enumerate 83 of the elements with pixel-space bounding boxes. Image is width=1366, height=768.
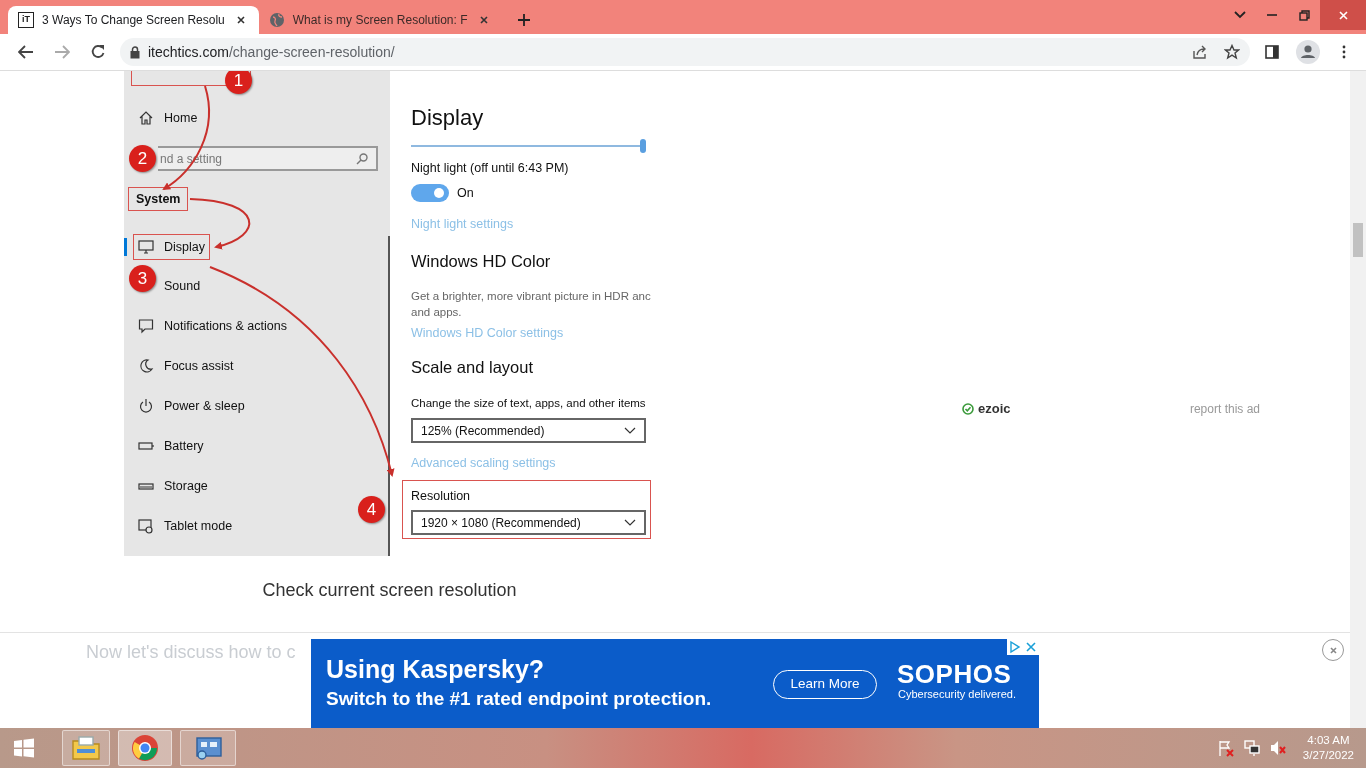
scroll-thumb[interactable]	[1353, 223, 1363, 257]
chevron-down-icon	[624, 519, 636, 526]
site-logo: iT	[18, 12, 34, 28]
tablet-icon	[138, 518, 154, 534]
moon-icon	[138, 358, 154, 374]
taskbar-app[interactable]	[180, 730, 236, 766]
ad-tagline: Cybersecurity delivered.	[898, 689, 1016, 700]
ad-headline: Using Kaspersky?	[326, 657, 545, 682]
close-window-button[interactable]	[1320, 0, 1366, 30]
description-text: and apps.	[411, 305, 462, 320]
reload-icon	[90, 44, 106, 60]
description-text: Get a brighter, more vibrant picture in HDR anc	[411, 289, 651, 304]
section-heading: Scale and layout	[411, 357, 534, 378]
setting-label: Resolution	[411, 488, 472, 504]
toggle-state: On	[457, 184, 474, 202]
section-heading: Windows HD Color	[411, 251, 552, 272]
clock-date: 3/27/2022	[1302, 748, 1354, 763]
speaker-muted-icon	[1268, 739, 1287, 757]
sidebar-item[interactable]: Battery	[133, 432, 209, 460]
power-icon	[138, 398, 154, 414]
back-arrow-icon	[18, 45, 34, 59]
chevron-down-icon	[624, 427, 636, 434]
url-text: itechtics.com/change-screen-resolution/	[148, 42, 395, 62]
network-icon	[1242, 739, 1261, 757]
star-icon	[1224, 44, 1240, 60]
profile-button[interactable]	[1294, 38, 1322, 66]
tab-title: 3 Ways To Change Screen Resolu	[42, 12, 225, 29]
sidebar-item[interactable]: Notifications & actions	[133, 312, 292, 340]
share-icon	[1192, 44, 1208, 60]
minimize-icon	[1267, 13, 1277, 17]
ad-banner[interactable]: Using Kaspersky? Switch to the #1 rated endpoint protection. Learn More SOPHOS Cybersecurity delivered.	[311, 639, 1039, 728]
sidebar-item[interactable]: Power & sleep	[133, 392, 250, 420]
search-icon	[356, 153, 368, 166]
restore-icon	[1298, 9, 1310, 21]
sidebar-item[interactable]: Display	[133, 233, 210, 261]
sidebar-item[interactable]: Tablet mode	[133, 512, 238, 540]
adchoices-icon	[1007, 639, 1023, 655]
close-icon	[478, 15, 489, 25]
clock-time: 4:03 AM	[1306, 733, 1351, 748]
home-item[interactable]: Home	[133, 104, 203, 132]
taskbar-app[interactable]	[118, 730, 172, 766]
close-icon	[1328, 645, 1338, 655]
resolution-dropdown[interactable]: 1920 × 1080 (Recommended)	[411, 510, 646, 535]
address-bar[interactable]: itechtics.com/change-screen-resolution/	[120, 38, 1250, 66]
setting-label: Change the size of text, apps, and other items	[411, 396, 646, 411]
close-icon	[235, 15, 246, 25]
scrollbar[interactable]	[1350, 71, 1366, 728]
image-caption: Check current screen resolution	[261, 579, 518, 602]
home-icon	[138, 110, 154, 126]
scale-dropdown[interactable]: 125% (Recommended)	[411, 418, 646, 443]
side-panel-icon	[1265, 45, 1279, 59]
toggle-switch[interactable]	[411, 184, 449, 202]
plus-icon	[516, 13, 531, 27]
folder-icon	[71, 735, 101, 761]
sidebar-item[interactable]: Focus assist	[133, 352, 239, 380]
ad-brand-logo: ezoic	[962, 399, 1011, 419]
browser-tab[interactable]: What is my Screen Resolution: F	[258, 6, 502, 34]
section-heading: System	[128, 187, 189, 211]
windows-logo-icon	[13, 737, 35, 759]
slider-thumb[interactable]	[640, 139, 646, 153]
sidebar-item[interactable]: Sound	[159, 272, 206, 300]
setting-label: Night light (off until 6:43 PM)	[411, 160, 570, 176]
check-circle-icon	[962, 403, 974, 415]
chevron-down-icon	[1234, 11, 1246, 19]
sidebar-item[interactable]: Storage	[133, 472, 213, 500]
lock-icon	[130, 45, 140, 59]
taskbar-app[interactable]	[62, 730, 110, 766]
speech-bubble-icon	[138, 318, 154, 334]
browser-logo-icon	[131, 734, 159, 762]
tab-title: What is my Screen Resolution: F	[292, 12, 468, 29]
globe-icon	[268, 12, 285, 28]
control-panel-icon	[193, 735, 223, 761]
flag-alert-icon	[1216, 739, 1235, 757]
close-icon	[1337, 9, 1349, 21]
sophos-logo: SOPHOS	[897, 661, 1012, 687]
browser-tab[interactable]: iT 3 Ways To Change Screen Resolu	[8, 6, 259, 34]
ad-subline: Switch to the #1 rated endpoint protection.	[326, 689, 712, 708]
menu-icon	[1342, 45, 1346, 59]
avatar-icon	[1296, 40, 1320, 64]
page-title: Display	[411, 104, 485, 132]
monitor-icon	[138, 239, 154, 255]
brightness-slider[interactable]	[411, 139, 646, 153]
forward-arrow-icon	[54, 45, 70, 59]
